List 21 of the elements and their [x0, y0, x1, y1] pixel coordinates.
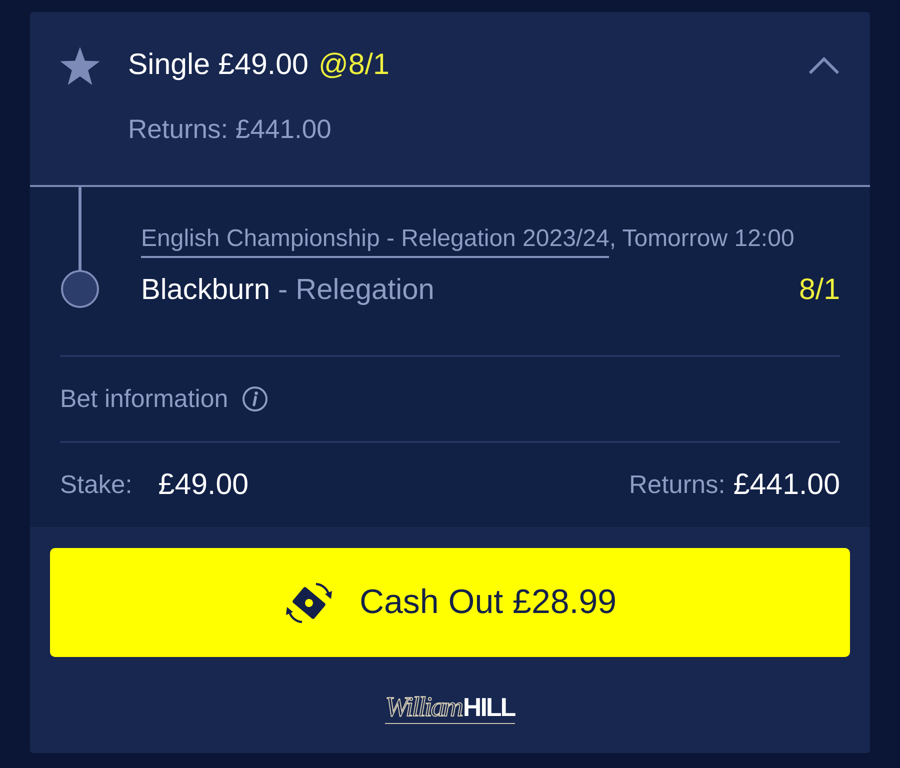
stake-label: Stake: — [60, 470, 132, 500]
returns-amount: £441.00 — [733, 468, 840, 502]
selection-name: Blackburn — [141, 274, 270, 306]
bet-title: Single £49.00 — [128, 48, 308, 82]
logo-wordmark-text: HILL — [462, 693, 515, 721]
bet-information-label: Bet information — [60, 384, 228, 414]
collapse-button[interactable] — [808, 55, 840, 75]
stake-amount: £49.00 — [158, 468, 249, 502]
potential-returns: Returns: £441.00 — [128, 114, 332, 144]
logo-script-text: William — [385, 694, 462, 722]
info-button[interactable] — [242, 386, 268, 412]
event-link[interactable]: English Championship - Relegation 2023/24 — [141, 225, 610, 258]
chevron-up-icon — [808, 55, 840, 75]
market-name: - Relegation — [278, 274, 434, 306]
selection-odds: 8/1 — [798, 273, 840, 307]
bet-odds: @8/1 — [318, 48, 390, 82]
star-icon — [60, 47, 100, 85]
info-icon — [242, 386, 268, 412]
cash-out-button[interactable]: Cash Out £28.99 — [50, 548, 850, 657]
event-time: , Tomorrow 12:00 — [609, 225, 794, 253]
returns-label: Returns: — [628, 470, 726, 500]
